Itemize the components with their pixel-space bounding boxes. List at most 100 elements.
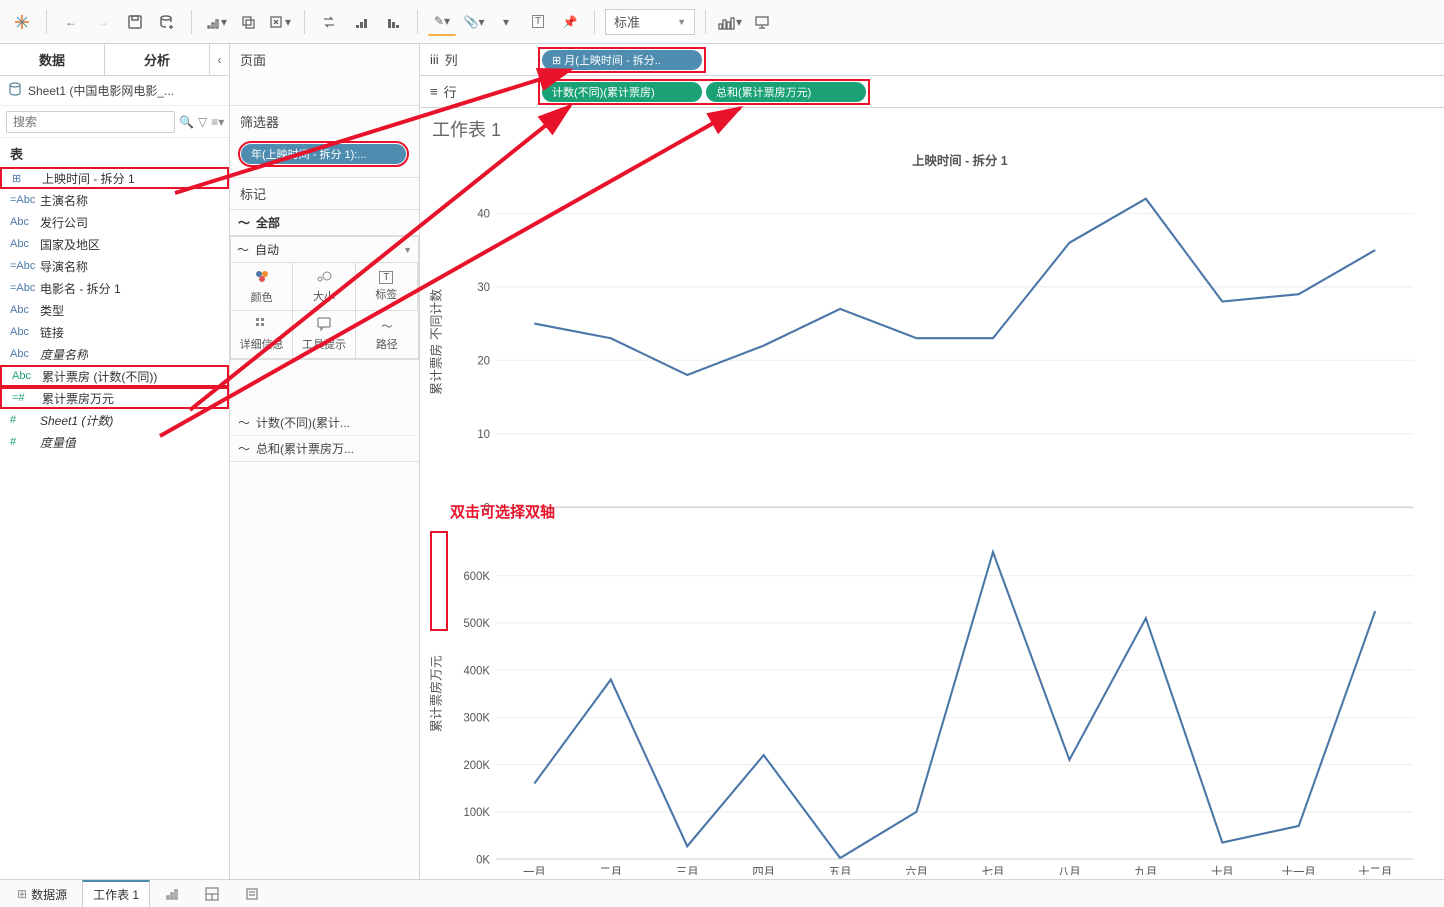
y-axis-highlight-box	[430, 531, 448, 631]
field-item[interactable]: Abc国家及地区	[0, 233, 229, 255]
detail-icon	[255, 317, 269, 334]
svg-text:30: 30	[477, 282, 490, 294]
field-item[interactable]: Abc发行公司	[0, 211, 229, 233]
search-input[interactable]	[6, 111, 175, 133]
marks-path-button[interactable]: 〜路径	[356, 311, 418, 359]
field-label: 主演名称	[40, 192, 88, 209]
svg-text:400K: 400K	[464, 665, 491, 677]
marks-size-button[interactable]: 大小	[293, 263, 355, 311]
data-source-tab[interactable]: ⊞数据源	[6, 881, 78, 907]
forward-icon[interactable]: →	[89, 8, 117, 36]
collapse-left-icon[interactable]: ‹	[209, 44, 229, 75]
field-type-icon: Abc	[12, 370, 36, 382]
field-item[interactable]: #Sheet1 (计数)	[0, 409, 229, 431]
filter-fields-icon[interactable]: ▽	[198, 115, 207, 129]
field-item[interactable]: ⊞上映时间 - 拆分 1	[0, 167, 229, 189]
svg-text:八月: 八月	[1058, 867, 1081, 875]
pages-shelf-header: 页面	[230, 44, 419, 75]
pin-icon[interactable]: 📌	[556, 8, 584, 36]
search-icon[interactable]: 🔍	[179, 115, 194, 129]
worksheet-title[interactable]: 工作表 1	[420, 108, 1444, 146]
new-datasource-icon[interactable]	[153, 8, 181, 36]
save-icon[interactable]	[121, 8, 149, 36]
field-type-icon: =Abc	[10, 282, 34, 294]
fit-dropdown[interactable]: 标准▼	[605, 9, 695, 35]
marks-measure-row-2[interactable]: 〜总和(累计票房万...	[230, 435, 419, 461]
clear-icon[interactable]: ▾	[266, 8, 294, 36]
svg-text:五月: 五月	[829, 867, 852, 875]
worksheet-tab[interactable]: 工作表 1	[82, 880, 150, 907]
datasource-tab-icon: ⊞	[17, 887, 27, 901]
rows-pill-sum[interactable]: 总和(累计票房万元)	[706, 82, 866, 102]
sort-asc-icon[interactable]	[347, 8, 375, 36]
field-type-icon: Abc	[10, 304, 34, 316]
marks-all-header[interactable]: 〜全部	[230, 209, 419, 236]
svg-text:20: 20	[477, 355, 490, 367]
filters-shelf-header: 筛选器	[230, 106, 419, 137]
field-label: Sheet1 (计数)	[40, 412, 113, 429]
chart-viewport[interactable]: 双击可选择双轴 上映时间 - 拆分 1010203040累计票房 不同计数0K1…	[420, 146, 1444, 879]
field-item[interactable]: =Abc导演名称	[0, 255, 229, 277]
pages-shelf[interactable]	[230, 75, 419, 105]
svg-text:三月: 三月	[676, 867, 699, 875]
mark-type-dropdown[interactable]: 〜自动▼	[231, 237, 418, 263]
field-item[interactable]: Abc 链接	[0, 321, 229, 343]
new-story-tab-icon[interactable]	[234, 882, 270, 905]
field-item[interactable]: Abc类型	[0, 299, 229, 321]
back-icon[interactable]: ←	[57, 8, 85, 36]
field-item[interactable]: =Abc电影名 - 拆分 1	[0, 277, 229, 299]
field-type-icon: Abc	[10, 348, 34, 360]
field-label: 累计票房 (计数(不同))	[42, 368, 157, 385]
analysis-tab[interactable]: 分析	[105, 44, 209, 75]
field-item[interactable]: =Abc 主演名称	[0, 189, 229, 211]
marks-measure-row-1[interactable]: 〜计数(不同)(累计...	[230, 410, 419, 435]
attach-icon[interactable]: 📎▾	[460, 8, 488, 36]
line-icon: 〜	[238, 440, 250, 457]
sort-desc-icon[interactable]	[379, 8, 407, 36]
svg-text:100K: 100K	[464, 807, 491, 819]
swap-icon[interactable]	[315, 8, 343, 36]
field-item[interactable]: #度量值	[0, 431, 229, 453]
field-type-icon: Abc	[10, 326, 34, 338]
columns-pill-month[interactable]: ⊞ 月(上映时间 - 拆分..	[542, 50, 702, 70]
main-toolbar: ← → ▾ ▾ ✎▾ 📎▾ ▾ T 📌 标准▼ ▾	[0, 0, 1444, 44]
tableau-logo-icon[interactable]	[8, 8, 36, 36]
field-label: 国家及地区	[40, 236, 100, 253]
columns-shelf[interactable]: iii列 ⊞ 月(上映时间 - 拆分..	[420, 44, 1444, 76]
highlight-icon[interactable]: ✎▾	[428, 8, 456, 36]
label-icon[interactable]: T	[524, 8, 552, 36]
marks-detail-button[interactable]: 详细信息	[231, 311, 293, 359]
field-menu-icon[interactable]: ≡▾	[211, 115, 224, 129]
field-item[interactable]: Abc 度量名称	[0, 343, 229, 365]
field-label: 度量名称	[40, 346, 88, 363]
present-icon[interactable]	[748, 8, 776, 36]
duplicate-icon[interactable]	[234, 8, 262, 36]
show-me-icon[interactable]: ▾	[716, 8, 744, 36]
rows-pill-countd[interactable]: 计数(不同)(累计票房)	[542, 82, 702, 102]
svg-text:300K: 300K	[464, 712, 491, 724]
data-tab[interactable]: 数据	[0, 44, 105, 75]
svg-text:40: 40	[477, 208, 490, 220]
new-dashboard-tab-icon[interactable]	[194, 882, 230, 905]
marks-tooltip-button[interactable]: 工具提示	[293, 311, 355, 359]
svg-text:0K: 0K	[476, 854, 490, 866]
marks-label-button[interactable]: T标签	[356, 263, 418, 311]
field-label: 导演名称	[40, 258, 88, 275]
marks-color-button[interactable]: 颜色	[231, 263, 293, 311]
filter-pill-year[interactable]: 年(上映时间 - 拆分 1):...	[241, 144, 406, 164]
totals-icon[interactable]: ▾	[492, 8, 520, 36]
bottom-tabs: ⊞数据源 工作表 1	[0, 879, 1444, 907]
field-type-icon: =Abc	[10, 194, 34, 206]
line-icon: 〜	[238, 414, 250, 431]
rows-shelf[interactable]: ≡行 计数(不同)(累计票房) 总和(累计票房万元)	[420, 76, 1444, 108]
field-item[interactable]: =#累计票房万元	[0, 387, 229, 409]
left-pane: 数据 分析 ‹ Sheet1 (中国电影网电影_... 🔍 ▽ ≡▾ 表 ⊞上映…	[0, 44, 230, 879]
field-label: 链接	[40, 324, 64, 341]
field-item[interactable]: Abc 累计票房 (计数(不同))	[0, 365, 229, 387]
new-sheet-icon[interactable]: ▾	[202, 8, 230, 36]
field-type-icon: Abc	[10, 216, 34, 228]
filters-shelf[interactable]: 年(上映时间 - 拆分 1):...	[230, 137, 419, 177]
new-worksheet-tab-icon[interactable]	[154, 882, 190, 905]
svg-text:六月: 六月	[905, 866, 928, 875]
datasource-item[interactable]: Sheet1 (中国电影网电影_...	[0, 76, 229, 106]
